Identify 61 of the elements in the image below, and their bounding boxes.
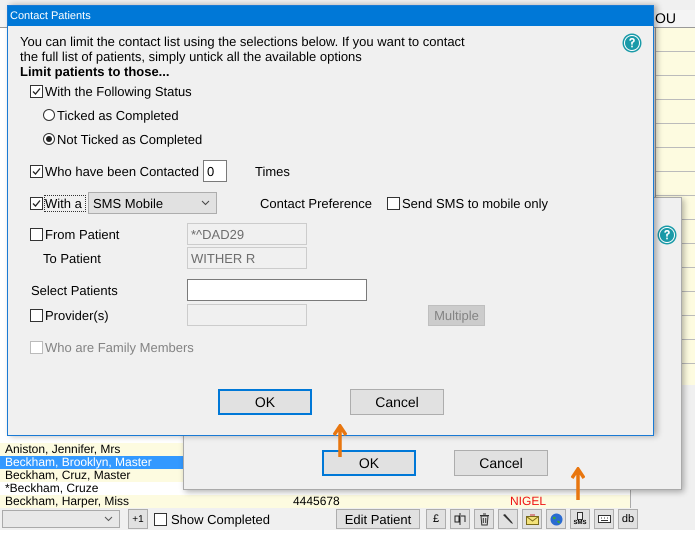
checkbox-label: Send SMS to mobile only bbox=[402, 196, 548, 210]
window-title: Contact Patients bbox=[10, 10, 91, 22]
help-icon[interactable] bbox=[622, 33, 642, 53]
toolbar-button[interactable]: £ bbox=[426, 509, 446, 529]
select-patients-field[interactable] bbox=[187, 279, 367, 301]
trash-icon bbox=[478, 512, 490, 526]
contact-preference-dropdown[interactable]: SMS Mobile bbox=[88, 192, 217, 214]
patient-name: Aniston, Jennifer, Mrs bbox=[5, 443, 120, 456]
checkbox-label: Who have been Contacted bbox=[45, 164, 200, 178]
checkbox-label: With the Following Status bbox=[45, 84, 192, 98]
checkbox[interactable] bbox=[30, 308, 43, 322]
pen-icon bbox=[502, 513, 514, 525]
dialog-button[interactable]: OK bbox=[322, 450, 416, 476]
toolbar-button[interactable]: db bbox=[618, 509, 638, 529]
patient-name: Beckham, Brooklyn, Master bbox=[5, 456, 152, 469]
checkbox[interactable] bbox=[30, 164, 43, 178]
radio-button[interactable] bbox=[43, 109, 55, 121]
checkbox-label: Provider(s) bbox=[45, 308, 109, 322]
count-field[interactable]: 0 bbox=[203, 160, 227, 182]
dialog-button[interactable]: Cancel bbox=[454, 450, 548, 476]
radio-button[interactable] bbox=[43, 133, 55, 145]
toolbar-button[interactable] bbox=[474, 509, 494, 529]
phone-icon bbox=[577, 512, 583, 520]
checkbox-label: With a bbox=[45, 196, 85, 210]
toolbar-button[interactable] bbox=[498, 509, 518, 529]
section-heading: Limit patients to those... bbox=[20, 64, 171, 79]
dialog-button[interactable]: OK bbox=[218, 389, 312, 415]
radio-label: Ticked as Completed bbox=[57, 108, 179, 122]
chevron-icon bbox=[201, 200, 210, 206]
checkbox-label: Who are Family Members bbox=[45, 340, 194, 354]
provider-name: NIGEL bbox=[510, 495, 546, 508]
instruction-text: You can limit the contact list using the selections below. If you want to contact the full list of patients, simply untick all the available options bbox=[20, 34, 466, 64]
plus-one-button[interactable]: +1 bbox=[128, 509, 148, 529]
chevron-icon bbox=[104, 516, 113, 522]
field-label: Contact Preference bbox=[260, 196, 372, 210]
annotation-arrow bbox=[333, 424, 347, 458]
split-icon bbox=[454, 513, 466, 525]
checkbox-label: Show Completed bbox=[171, 512, 270, 526]
toolbar-button[interactable] bbox=[450, 509, 470, 529]
globe-icon bbox=[550, 512, 562, 526]
radio-label: Not Ticked as Completed bbox=[57, 132, 202, 146]
patient-name: *Beckham, Cruze bbox=[5, 482, 98, 495]
patient-name: Beckham, Cruz, Master bbox=[5, 469, 130, 482]
checkbox-label: From Patient bbox=[45, 226, 120, 242]
toolbar-button[interactable] bbox=[594, 509, 614, 529]
patient-row[interactable]: Beckham, Harper, Miss 4445678 NIGEL bbox=[0, 495, 630, 508]
field-label: Times bbox=[255, 164, 290, 178]
checkbox[interactable] bbox=[30, 196, 43, 210]
keyboard-icon bbox=[598, 515, 610, 523]
edit-patient-button[interactable]: Edit Patient bbox=[336, 509, 420, 529]
mail-icon bbox=[526, 514, 538, 524]
checkbox[interactable] bbox=[154, 512, 167, 526]
field-label: To Patient bbox=[43, 250, 101, 266]
dialog-button[interactable]: Cancel bbox=[350, 389, 444, 415]
patient-name: Beckham, Harper, Miss bbox=[5, 495, 130, 508]
field-label: Select Patients bbox=[31, 282, 118, 298]
help-icon[interactable] bbox=[657, 225, 677, 245]
checkbox[interactable] bbox=[30, 84, 43, 98]
annotation-arrow bbox=[571, 467, 585, 501]
checkbox[interactable] bbox=[387, 196, 400, 210]
patient-number: 4445678 bbox=[293, 495, 340, 508]
